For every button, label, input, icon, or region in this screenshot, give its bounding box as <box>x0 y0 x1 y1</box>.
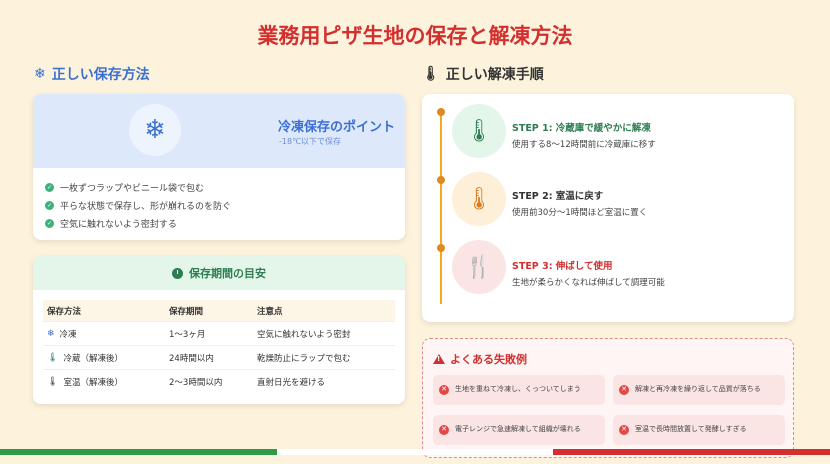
close-icon: ✕ <box>619 385 629 395</box>
method-cell: 冷凍 <box>59 329 77 340</box>
list-item-text: 空気に触れないよう密封する <box>60 219 177 230</box>
list-item: ✓ 空気に触れないよう密封する <box>45 214 405 232</box>
thaw-heading-label: 正しい解凍手順 <box>445 67 544 83</box>
freeze-title: 冷凍保存のポイント <box>277 120 395 135</box>
duration-cell: 1〜3ヶ月 <box>169 329 206 340</box>
failure-item: ✕ 室温で長時間放置して発酵しすぎる <box>613 415 785 445</box>
list-item: ✓ 一枚ずつラップやビニール袋で包む <box>45 178 405 196</box>
failure-text: 生地を重ねて冷凍し、くっついてしまう <box>455 385 581 394</box>
freeze-point-list: ✓ 一枚ずつラップやビニール袋で包む ✓ 平らな状態で保存し、形が崩れるのを防ぐ… <box>33 168 405 232</box>
clock-icon <box>172 267 183 279</box>
thermometer-icon: 🌡 <box>47 377 59 387</box>
failure-item: ✕ 解凍と再冷凍を繰り返して品質が落ちる <box>613 375 785 405</box>
failure-text: 解凍と再冷凍を繰り返して品質が落ちる <box>635 385 761 394</box>
failures-heading-label: よくある失敗例 <box>450 353 527 366</box>
close-icon: ✕ <box>439 425 449 435</box>
thermometer-icon: 🌡 <box>452 104 506 158</box>
column-header: 保存期間 <box>169 306 204 317</box>
close-icon: ✕ <box>439 385 449 395</box>
freeze-subtitle: -18℃以下で保存 <box>279 137 342 146</box>
table-row: 🌡 室温（解凍後） 2〜3時間以内 直射日光を避ける <box>43 370 395 394</box>
flag-white <box>276 449 554 455</box>
thermometer-icon: 🌡 <box>422 66 440 82</box>
column-header: 保存方法 <box>47 306 82 317</box>
thermometer-icon: 🌡 <box>47 352 59 363</box>
table-row: 🌡 冷蔵（解凍後） 24時間以内 乾燥防止にラップで包む <box>43 346 395 370</box>
step-desc: 使用する8〜12時間前に冷蔵庫に移す <box>512 140 656 150</box>
column-header: 注意点 <box>257 306 283 317</box>
table-header-row: 保存方法 保存期間 注意点 <box>43 300 395 322</box>
timeline-dot <box>437 108 445 116</box>
method-cell: 冷蔵（解凍後） <box>63 353 123 364</box>
step-title: STEP 3: 伸ばして使用 <box>512 261 613 272</box>
close-icon: ✕ <box>619 425 629 435</box>
period-table: 保存方法 保存期間 注意点 ❄ 冷凍 1〜3ヶ月 空気に触れないよう密封 🌡 冷蔵（… <box>43 300 395 394</box>
snowflake-icon: ❄ <box>34 66 46 82</box>
warning-icon <box>433 354 445 364</box>
failures-heading: よくある失敗例 <box>433 351 527 367</box>
failure-text: 室温で長時間放置して発酵しすぎる <box>635 425 747 434</box>
thaw-steps-card: 🌡 STEP 1: 冷蔵庫で緩やかに解凍 使用する8〜12時間前に冷蔵庫に移す … <box>422 94 794 322</box>
step-title: STEP 2: 室温に戻す <box>512 191 604 202</box>
note-cell: 空気に触れないよう密封 <box>257 329 351 340</box>
thermometer-icon: 🌡 <box>452 172 506 226</box>
list-item-text: 平らな状態で保存し、形が崩れるのを防ぐ <box>60 201 232 212</box>
failure-text: 電子レンジで急速解凍して組織が壊れる <box>455 425 581 434</box>
flag-green <box>0 449 277 455</box>
storage-heading: ❄ 正しい保存方法 <box>34 64 150 84</box>
timeline-dot <box>437 176 445 184</box>
check-icon: ✓ <box>45 200 54 210</box>
list-item-text: 一枚ずつラップやビニール袋で包む <box>60 183 205 194</box>
check-icon: ✓ <box>45 182 54 192</box>
period-heading: 保存期間の目安 <box>189 267 266 280</box>
step-desc: 使用前30分〜1時間ほど室温に置く <box>512 208 648 218</box>
method-cell: 室温（解凍後） <box>63 378 123 388</box>
period-header: 保存期間の目安 <box>33 256 405 290</box>
duration-cell: 24時間以内 <box>169 353 214 364</box>
note-cell: 直射日光を避ける <box>257 378 326 388</box>
check-icon: ✓ <box>45 218 54 228</box>
note-cell: 乾燥防止にラップで包む <box>257 353 351 364</box>
table-row: ❄ 冷凍 1〜3ヶ月 空気に触れないよう密封 <box>43 322 395 346</box>
thaw-heading: 🌡 正しい解凍手順 <box>422 64 544 84</box>
storage-heading-label: 正しい保存方法 <box>51 67 150 83</box>
flag-red <box>553 449 830 455</box>
list-item: ✓ 平らな状態で保存し、形が崩れるのを防ぐ <box>45 196 405 214</box>
snowflake-icon: ❄ <box>47 328 55 339</box>
utensils-icon: 🍴 <box>452 240 506 294</box>
failure-item: ✕ 電子レンジで急速解凍して組織が壊れる <box>433 415 605 445</box>
duration-cell: 2〜3時間以内 <box>169 378 223 388</box>
failure-item: ✕ 生地を重ねて冷凍し、くっついてしまう <box>433 375 605 405</box>
step-desc: 生地が柔らかくなれば伸ばして調理可能 <box>512 278 665 288</box>
freeze-card-header: ❄ 冷凍保存のポイント -18℃以下で保存 <box>33 94 405 168</box>
page-title: 業務用ピザ生地の保存と解凍方法 <box>257 24 573 48</box>
flag-strip <box>0 449 830 455</box>
step-title: STEP 1: 冷蔵庫で緩やかに解凍 <box>512 123 651 134</box>
snowflake-icon: ❄ <box>129 104 181 156</box>
freeze-card: ❄ 冷凍保存のポイント -18℃以下で保存 ✓ 一枚ずつラップやビニール袋で包む… <box>33 94 405 240</box>
common-failures-card: よくある失敗例 ✕ 生地を重ねて冷凍し、くっついてしまう ✕ 解凍と再冷凍を繰り… <box>422 338 794 458</box>
timeline-line <box>440 108 442 304</box>
timeline-dot <box>437 244 445 252</box>
storage-period-card: 保存期間の目安 保存方法 保存期間 注意点 ❄ 冷凍 1〜3ヶ月 空気に触れないよ… <box>33 256 405 404</box>
